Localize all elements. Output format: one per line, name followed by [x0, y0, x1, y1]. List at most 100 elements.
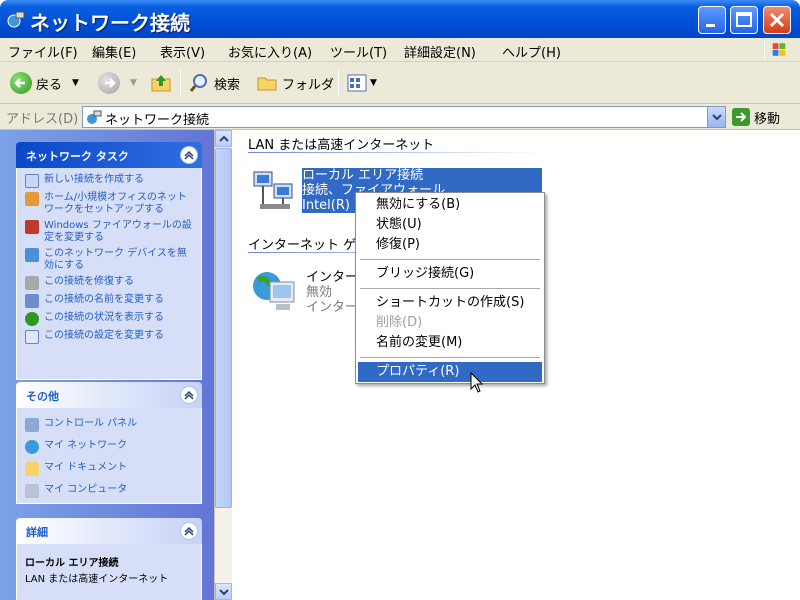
network-connections-icon: [87, 110, 102, 124]
scroll-thumb[interactable]: [215, 148, 232, 508]
place-my-documents[interactable]: マイ ドキュメント: [25, 462, 193, 476]
scroll-down-button[interactable]: [215, 583, 232, 600]
details-body: ローカル エリア接続 LAN または高速インターネット: [16, 544, 202, 600]
lan-connection-name[interactable]: ローカル エリア接続: [302, 168, 542, 183]
menu-help[interactable]: ヘルプ(H): [502, 42, 561, 61]
control-panel-icon: [25, 418, 39, 432]
menu-repair[interactable]: 修復(P): [358, 235, 542, 255]
mouse-cursor-icon: [470, 372, 484, 393]
folders-label: フォルダ: [282, 77, 335, 93]
home-network-icon: [25, 192, 39, 206]
internet-connection-icon[interactable]: [250, 266, 300, 320]
go-button[interactable]: 移動: [732, 107, 780, 127]
task-create-connection[interactable]: 新しい接続を作成する: [25, 174, 193, 188]
other-places-title: その他: [26, 390, 59, 403]
collapse-chevron-icon[interactable]: [180, 522, 198, 540]
chevron-up-icon: [219, 135, 229, 142]
menu-delete: 削除(D): [376, 315, 423, 330]
other-places-body: コントロール パネル マイ ネットワーク マイ ドキュメント マイ コンピュータ: [16, 408, 202, 504]
task-view-status[interactable]: この接続の状況を表示する: [25, 312, 193, 326]
menu-view[interactable]: 表示(V): [160, 42, 205, 61]
address-value: ネットワーク接続: [105, 113, 210, 128]
scroll-up-button[interactable]: [215, 130, 232, 147]
address-bar: アドレス(D) ネットワーク接続 移動: [0, 104, 800, 130]
task-label: Windows ファイアウォールの設定を変更する: [44, 220, 192, 243]
place-label: マイ ネットワーク: [44, 440, 128, 451]
address-label: アドレス(D): [6, 112, 79, 127]
task-repair-connection[interactable]: この接続を修復する: [25, 276, 193, 290]
details-header[interactable]: 詳細: [16, 518, 202, 544]
folder-icon: [257, 77, 277, 91]
lan-connection-icon[interactable]: [250, 166, 300, 216]
task-rename-connection[interactable]: この接続の名前を変更する: [25, 294, 193, 308]
menu-create-shortcut[interactable]: ショートカットの作成(S): [358, 293, 542, 313]
task-change-settings[interactable]: この接続の設定を変更する: [25, 330, 193, 344]
task-label: この接続を修復する: [44, 276, 134, 287]
windows-logo-icon: [764, 40, 786, 60]
collapse-chevron-icon[interactable]: [180, 146, 198, 164]
task-firewall-settings[interactable]: Windows ファイアウォールの設定を変更する: [25, 220, 193, 244]
menu-status[interactable]: 状態(U): [358, 215, 542, 235]
task-disable-device[interactable]: このネットワーク デバイスを無効にする: [25, 248, 193, 272]
menu-tools[interactable]: ツール(T): [330, 42, 387, 61]
menu-edit[interactable]: 編集(E): [92, 42, 136, 61]
place-my-computer[interactable]: マイ コンピュータ: [25, 484, 193, 498]
up-folder-icon: [151, 75, 171, 92]
task-setup-home-network[interactable]: ホーム/小規模オフィスのネットワークをセットアップする: [25, 192, 193, 216]
go-arrow-icon: [732, 108, 750, 126]
back-button[interactable]: 戻る ▼: [10, 69, 79, 97]
close-button[interactable]: [763, 6, 791, 34]
task-pane: ネットワーク タスク 新しい接続を作成する ホーム/小規模オフィスのネットワーク…: [0, 130, 214, 600]
place-control-panel[interactable]: コントロール パネル: [25, 418, 193, 432]
window-title: ネットワーク接続: [30, 11, 190, 35]
menu-favorites[interactable]: お気に入り(A): [228, 42, 312, 61]
details-title: 詳細: [26, 526, 48, 539]
task-label: この接続の名前を変更する: [44, 294, 164, 305]
folders-button[interactable]: フォルダ: [256, 69, 334, 97]
maximize-icon: [736, 12, 752, 27]
forward-dropdown-icon[interactable]: ▼: [130, 78, 137, 88]
maximize-button[interactable]: [730, 6, 758, 34]
place-label: コントロール パネル: [44, 418, 138, 429]
minimize-icon: [706, 24, 715, 27]
my-network-icon: [25, 440, 39, 454]
go-label: 移動: [754, 111, 781, 127]
task-label: 新しい接続を作成する: [44, 174, 144, 185]
internet-connection-type: インター: [306, 300, 359, 315]
close-icon: [769, 12, 785, 28]
my-documents-icon: [25, 462, 39, 476]
back-dropdown-icon[interactable]: ▼: [72, 78, 79, 88]
details-type: LAN または高速インターネット: [25, 574, 169, 585]
views-button[interactable]: ▼: [346, 69, 377, 97]
address-input[interactable]: ネットワーク接続: [82, 106, 726, 128]
minimize-button[interactable]: [698, 6, 726, 34]
task-label: この接続の設定を変更する: [44, 330, 164, 341]
forward-button[interactable]: ▼: [98, 69, 137, 97]
status-icon: [25, 312, 39, 326]
menu-advanced[interactable]: 詳細設定(N): [404, 42, 476, 61]
menu-disable[interactable]: 無効にする(B): [358, 195, 542, 215]
details-panel: 詳細 ローカル エリア接続 LAN または高速インターネット: [16, 518, 202, 600]
place-my-network[interactable]: マイ ネットワーク: [25, 440, 193, 454]
menu-properties[interactable]: プロパティ(R): [358, 362, 542, 382]
search-label: 検索: [214, 77, 241, 93]
task-label: この接続の状況を表示する: [44, 312, 164, 323]
settings-page-icon: [25, 330, 39, 344]
menu-rename[interactable]: 名前の変更(M): [358, 333, 542, 353]
search-button[interactable]: 検索: [188, 69, 240, 97]
context-menu: 無効にする(B) 状態(U) 修復(P) ブリッジ接続(G) ショートカットの作…: [355, 192, 545, 384]
place-label: マイ コンピュータ: [44, 484, 128, 495]
other-places-header[interactable]: その他: [16, 382, 202, 408]
views-dropdown-icon: ▼: [370, 78, 377, 88]
menu-bridge[interactable]: ブリッジ接続(G): [358, 264, 542, 284]
task-pane-scrollbar[interactable]: [214, 130, 232, 600]
menu-separator: [360, 259, 540, 260]
network-tasks-header[interactable]: ネットワーク タスク: [16, 142, 202, 168]
address-dropdown-button[interactable]: [707, 107, 725, 127]
collapse-chevron-icon[interactable]: [180, 386, 198, 404]
firewall-icon: [25, 220, 39, 234]
up-folder-button[interactable]: [150, 69, 172, 97]
title-bar[interactable]: ネットワーク接続: [0, 0, 800, 38]
menu-file[interactable]: ファイル(F): [8, 42, 78, 61]
task-label: ホーム/小規模オフィスのネットワークをセットアップする: [44, 192, 187, 215]
